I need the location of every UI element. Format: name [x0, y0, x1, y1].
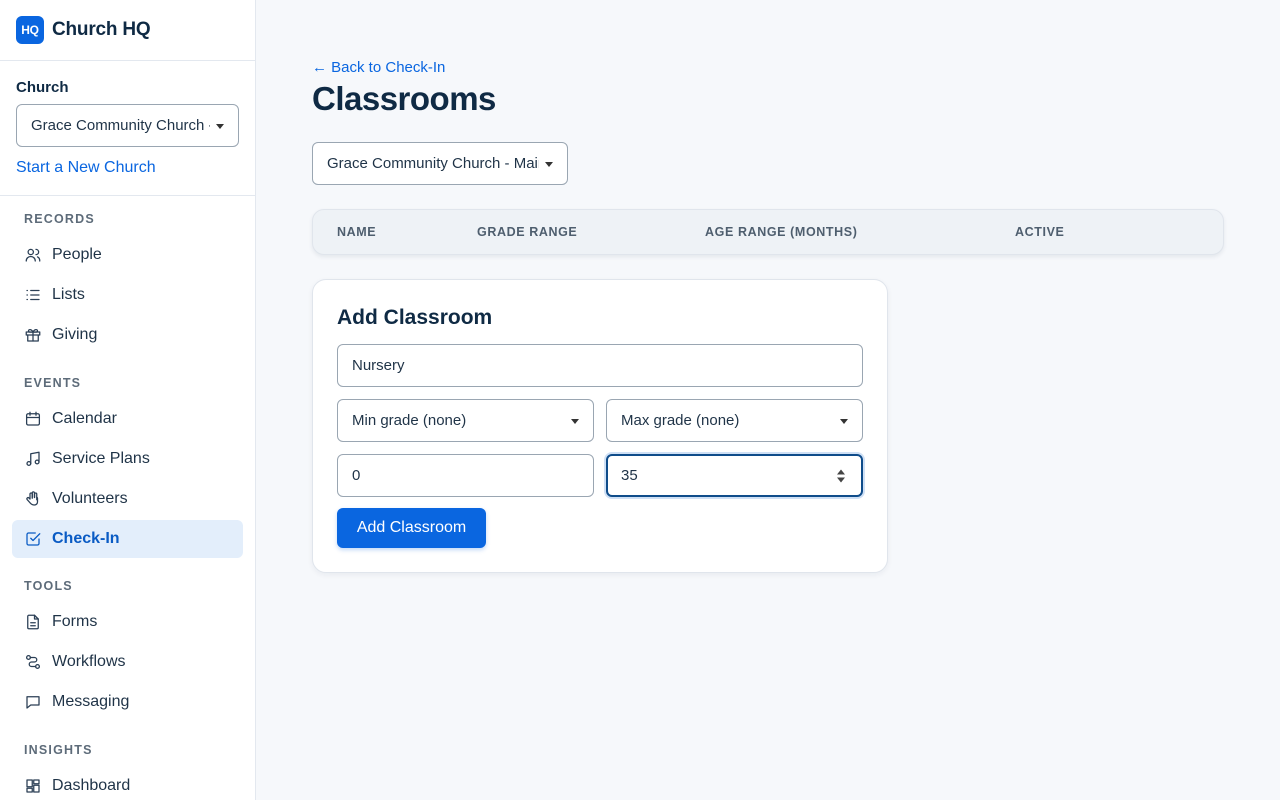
list-icon: [24, 286, 42, 304]
gift-icon: [24, 326, 42, 344]
min-age-input[interactable]: 0: [337, 454, 594, 497]
add-classroom-card: Add Classroom Nursery Min grade (none) M…: [312, 279, 888, 573]
caret-down-icon: [571, 418, 579, 424]
nav-heading-tools: TOOLS: [24, 579, 73, 593]
nav-section-tools: TOOLS Forms Workflows Messaging: [0, 578, 255, 721]
church-selector-block: Church Grace Community Church - Main Cam…: [0, 61, 255, 196]
min-grade-value: Min grade (none): [352, 412, 467, 429]
nav-heading-events: EVENTS: [24, 376, 82, 390]
sidebar-item-check-in[interactable]: Check-In: [12, 520, 243, 558]
max-grade-value: Max grade (none): [621, 412, 740, 429]
file-icon: [24, 613, 42, 631]
spinner-down-icon[interactable]: [837, 477, 845, 482]
spinner-up-icon[interactable]: [837, 469, 845, 474]
church-select-value: Grace Community Church - Main Campus: [31, 117, 210, 134]
dashboard-icon: [24, 777, 42, 795]
sidebar-item-calendar[interactable]: Calendar: [12, 400, 243, 438]
church-select[interactable]: Grace Community Church - Main Campus: [16, 104, 239, 147]
sidebar-item-forms[interactable]: Forms: [12, 603, 243, 641]
sidebar-item-service-plans[interactable]: Service Plans: [12, 440, 243, 478]
nav-section-insights: INSIGHTS Dashboard: [0, 742, 255, 800]
column-header-grade-range[interactable]: GRADE RANGE: [477, 225, 577, 239]
brand-logo: HQ: [16, 16, 44, 44]
people-icon: [24, 246, 42, 264]
column-header-name[interactable]: NAME: [337, 225, 376, 239]
max-grade-select[interactable]: Max grade (none): [606, 399, 863, 442]
add-classroom-button[interactable]: Add Classroom: [337, 508, 486, 548]
start-new-church-link[interactable]: Start a New Church: [16, 159, 239, 177]
workflow-icon: [24, 653, 42, 671]
caret-down-icon: [545, 161, 553, 167]
sidebar-item-label: Service Plans: [52, 450, 150, 467]
nav-section-records: RECORDS People Lists Giving: [0, 211, 255, 354]
sidebar-item-people[interactable]: People: [12, 236, 243, 274]
sidebar-item-giving[interactable]: Giving: [12, 316, 243, 354]
sidebar-item-label: Workflows: [52, 653, 126, 670]
column-header-age-range[interactable]: AGE RANGE (MONTHS): [705, 225, 857, 239]
max-age-value: 35: [621, 467, 638, 484]
music-icon: [24, 450, 42, 468]
sidebar-item-messaging[interactable]: Messaging: [12, 683, 243, 721]
add-classroom-title: Add Classroom: [337, 306, 493, 329]
sidebar-item-label: Lists: [52, 286, 85, 303]
brand[interactable]: HQ Church HQ: [0, 0, 255, 61]
column-header-active[interactable]: ACTIVE: [1015, 225, 1064, 239]
brand-name: Church HQ: [52, 19, 151, 40]
nav-heading-records: RECORDS: [24, 212, 95, 226]
sidebar-item-workflows[interactable]: Workflows: [12, 643, 243, 681]
caret-down-icon: [216, 123, 224, 129]
max-age-input[interactable]: 35: [606, 454, 863, 497]
sidebar-item-lists[interactable]: Lists: [12, 276, 243, 314]
calendar-icon: [24, 410, 42, 428]
church-label: Church: [16, 79, 69, 96]
sidebar: HQ Church HQ Church Grace Community Chur…: [0, 0, 256, 800]
nav-heading-insights: INSIGHTS: [24, 743, 93, 757]
min-age-value: 0: [352, 467, 361, 484]
sidebar-item-label: Volunteers: [52, 490, 128, 507]
min-grade-select[interactable]: Min grade (none): [337, 399, 594, 442]
caret-down-icon: [840, 418, 848, 424]
campus-select[interactable]: Grace Community Church - Main Campus: [312, 142, 568, 185]
sidebar-item-label: People: [52, 246, 102, 263]
hand-icon: [24, 490, 42, 508]
page-title: Classrooms: [312, 80, 496, 117]
sidebar-item-label: Dashboard: [52, 777, 131, 794]
message-icon: [24, 693, 42, 711]
sidebar-item-label: Giving: [52, 326, 98, 343]
nav-section-events: EVENTS Calendar Service Plans Volunteers…: [0, 375, 255, 558]
sidebar-item-label: Forms: [52, 613, 98, 630]
sidebar-item-label: Messaging: [52, 693, 130, 710]
back-to-check-in-link[interactable]: ← Back to Check-In: [312, 59, 445, 76]
campus-select-value: Grace Community Church - Main Campus: [327, 155, 539, 172]
classroom-name-input[interactable]: Nursery: [337, 344, 863, 387]
classroom-name-value: Nursery: [352, 357, 405, 374]
sidebar-item-label: Calendar: [52, 410, 117, 427]
sidebar-item-volunteers[interactable]: Volunteers: [12, 480, 243, 518]
sidebar-item-dashboard[interactable]: Dashboard: [12, 767, 243, 800]
number-spinner[interactable]: [837, 469, 845, 482]
classrooms-table: NAME GRADE RANGE AGE RANGE (MONTHS) ACTI…: [312, 209, 1224, 255]
check-square-icon: [24, 530, 42, 548]
sidebar-item-label: Check-In: [52, 530, 120, 547]
